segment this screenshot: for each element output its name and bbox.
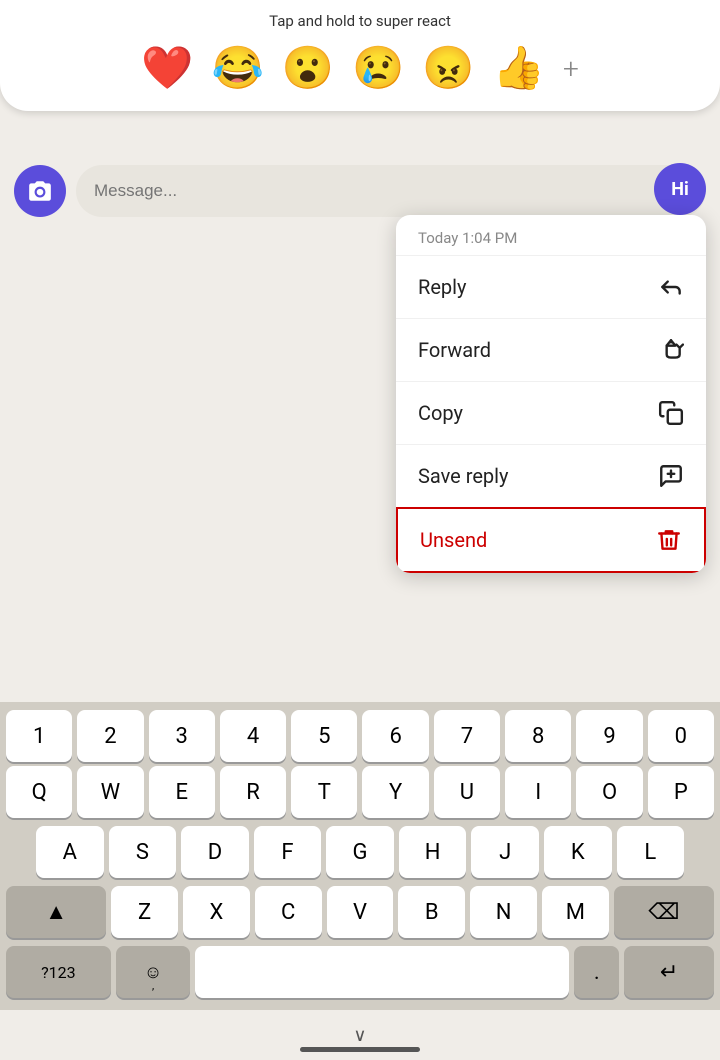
context-menu-forward[interactable]: Forward — [396, 318, 706, 381]
emoji-reaction-bar: Tap and hold to super react ❤️ 😂 😮 😢 😠 👍… — [0, 0, 720, 111]
key-4[interactable]: 4 — [220, 710, 286, 762]
tap-hold-label: Tap and hold to super react — [269, 12, 451, 30]
key-f[interactable]: F — [254, 826, 322, 878]
key-p[interactable]: P — [648, 766, 714, 818]
key-0[interactable]: 0 — [648, 710, 714, 762]
context-menu-copy[interactable]: Copy — [396, 381, 706, 444]
key-o[interactable]: O — [576, 766, 642, 818]
key-5[interactable]: 5 — [291, 710, 357, 762]
key-b[interactable]: B — [398, 886, 465, 938]
copy-icon — [658, 400, 684, 426]
key-l[interactable]: L — [617, 826, 685, 878]
keyboard: 1 2 3 4 5 6 7 8 9 0 Q W E R T Y U I O P … — [0, 702, 720, 1010]
hi-label: Hi — [671, 179, 688, 200]
key-u[interactable]: U — [434, 766, 500, 818]
context-menu-reply[interactable]: Reply — [396, 255, 706, 318]
key-q[interactable]: Q — [6, 766, 72, 818]
space-key[interactable] — [195, 946, 569, 998]
save-reply-label: Save reply — [418, 464, 509, 488]
key-2[interactable]: 2 — [77, 710, 143, 762]
key-i[interactable]: I — [505, 766, 571, 818]
copy-label: Copy — [418, 401, 463, 425]
key-y[interactable]: Y — [362, 766, 428, 818]
emoji-key[interactable]: ☺ , — [116, 946, 191, 998]
key-a[interactable]: A — [36, 826, 104, 878]
context-timestamp: Today 1:04 PM — [396, 215, 706, 255]
emoji-laugh[interactable]: 😂 — [211, 44, 263, 93]
key-c[interactable]: C — [255, 886, 322, 938]
reply-label: Reply — [418, 275, 467, 299]
key-z[interactable]: Z — [111, 886, 178, 938]
period-key[interactable]: . — [574, 946, 619, 998]
number-row: 1 2 3 4 5 6 7 8 9 0 — [0, 702, 720, 766]
forward-icon — [658, 337, 684, 363]
key-h[interactable]: H — [399, 826, 467, 878]
forward-label: Forward — [418, 338, 491, 362]
bottom-bar: ∨ — [0, 1010, 720, 1060]
a-row: A S D F G H J K L — [6, 826, 714, 878]
q-row: Q W E R T Y U I O P — [6, 766, 714, 818]
emoji-surprised[interactable]: 😮 — [282, 44, 334, 93]
chevron-down-icon[interactable]: ∨ — [353, 1025, 366, 1046]
key-j[interactable]: J — [471, 826, 539, 878]
save-reply-icon — [658, 463, 684, 489]
reply-icon — [658, 274, 684, 300]
emoji-thumbsup[interactable]: 👍 — [493, 44, 545, 93]
home-indicator — [300, 1047, 420, 1052]
key-9[interactable]: 9 — [576, 710, 642, 762]
camera-button[interactable] — [14, 165, 66, 217]
key-k[interactable]: K — [544, 826, 612, 878]
key-7[interactable]: 7 — [434, 710, 500, 762]
backspace-key[interactable]: ⌫ — [614, 886, 714, 938]
emoji-heart[interactable]: ❤️ — [141, 44, 193, 93]
key-e[interactable]: E — [149, 766, 215, 818]
key-x[interactable]: X — [183, 886, 250, 938]
context-menu: Today 1:04 PM Reply Forward Copy Save re… — [396, 215, 706, 573]
unsend-label: Unsend — [420, 528, 487, 552]
key-s[interactable]: S — [109, 826, 177, 878]
key-g[interactable]: G — [326, 826, 394, 878]
key-8[interactable]: 8 — [505, 710, 571, 762]
key-6[interactable]: 6 — [362, 710, 428, 762]
context-menu-unsend[interactable]: Unsend — [396, 507, 706, 573]
numbers-key[interactable]: ?123 — [6, 946, 111, 998]
trash-icon — [656, 527, 682, 553]
key-3[interactable]: 3 — [149, 710, 215, 762]
context-menu-save-reply[interactable]: Save reply — [396, 444, 706, 507]
bottom-row: ?123 ☺ , . ↵ — [0, 938, 720, 1010]
more-reactions-button[interactable]: + — [563, 52, 579, 85]
key-v[interactable]: V — [327, 886, 394, 938]
shift-key[interactable]: ▲ — [6, 886, 106, 938]
enter-key[interactable]: ↵ — [624, 946, 714, 998]
key-1[interactable]: 1 — [6, 710, 72, 762]
z-row: ▲ Z X C V B N M ⌫ — [6, 886, 714, 938]
emoji-angry[interactable]: 😠 — [422, 44, 474, 93]
camera-icon — [27, 178, 53, 204]
key-t[interactable]: T — [291, 766, 357, 818]
key-d[interactable]: D — [181, 826, 249, 878]
key-n[interactable]: N — [470, 886, 537, 938]
key-m[interactable]: M — [542, 886, 609, 938]
emoji-row: ❤️ 😂 😮 😢 😠 👍 + — [141, 44, 579, 93]
hi-bubble: Hi — [654, 163, 706, 215]
message-input[interactable] — [76, 165, 706, 217]
letter-rows: Q W E R T Y U I O P A S D F G H J K L ▲ … — [0, 766, 720, 938]
emoji-cry[interactable]: 😢 — [352, 44, 404, 93]
key-r[interactable]: R — [220, 766, 286, 818]
key-w[interactable]: W — [77, 766, 143, 818]
